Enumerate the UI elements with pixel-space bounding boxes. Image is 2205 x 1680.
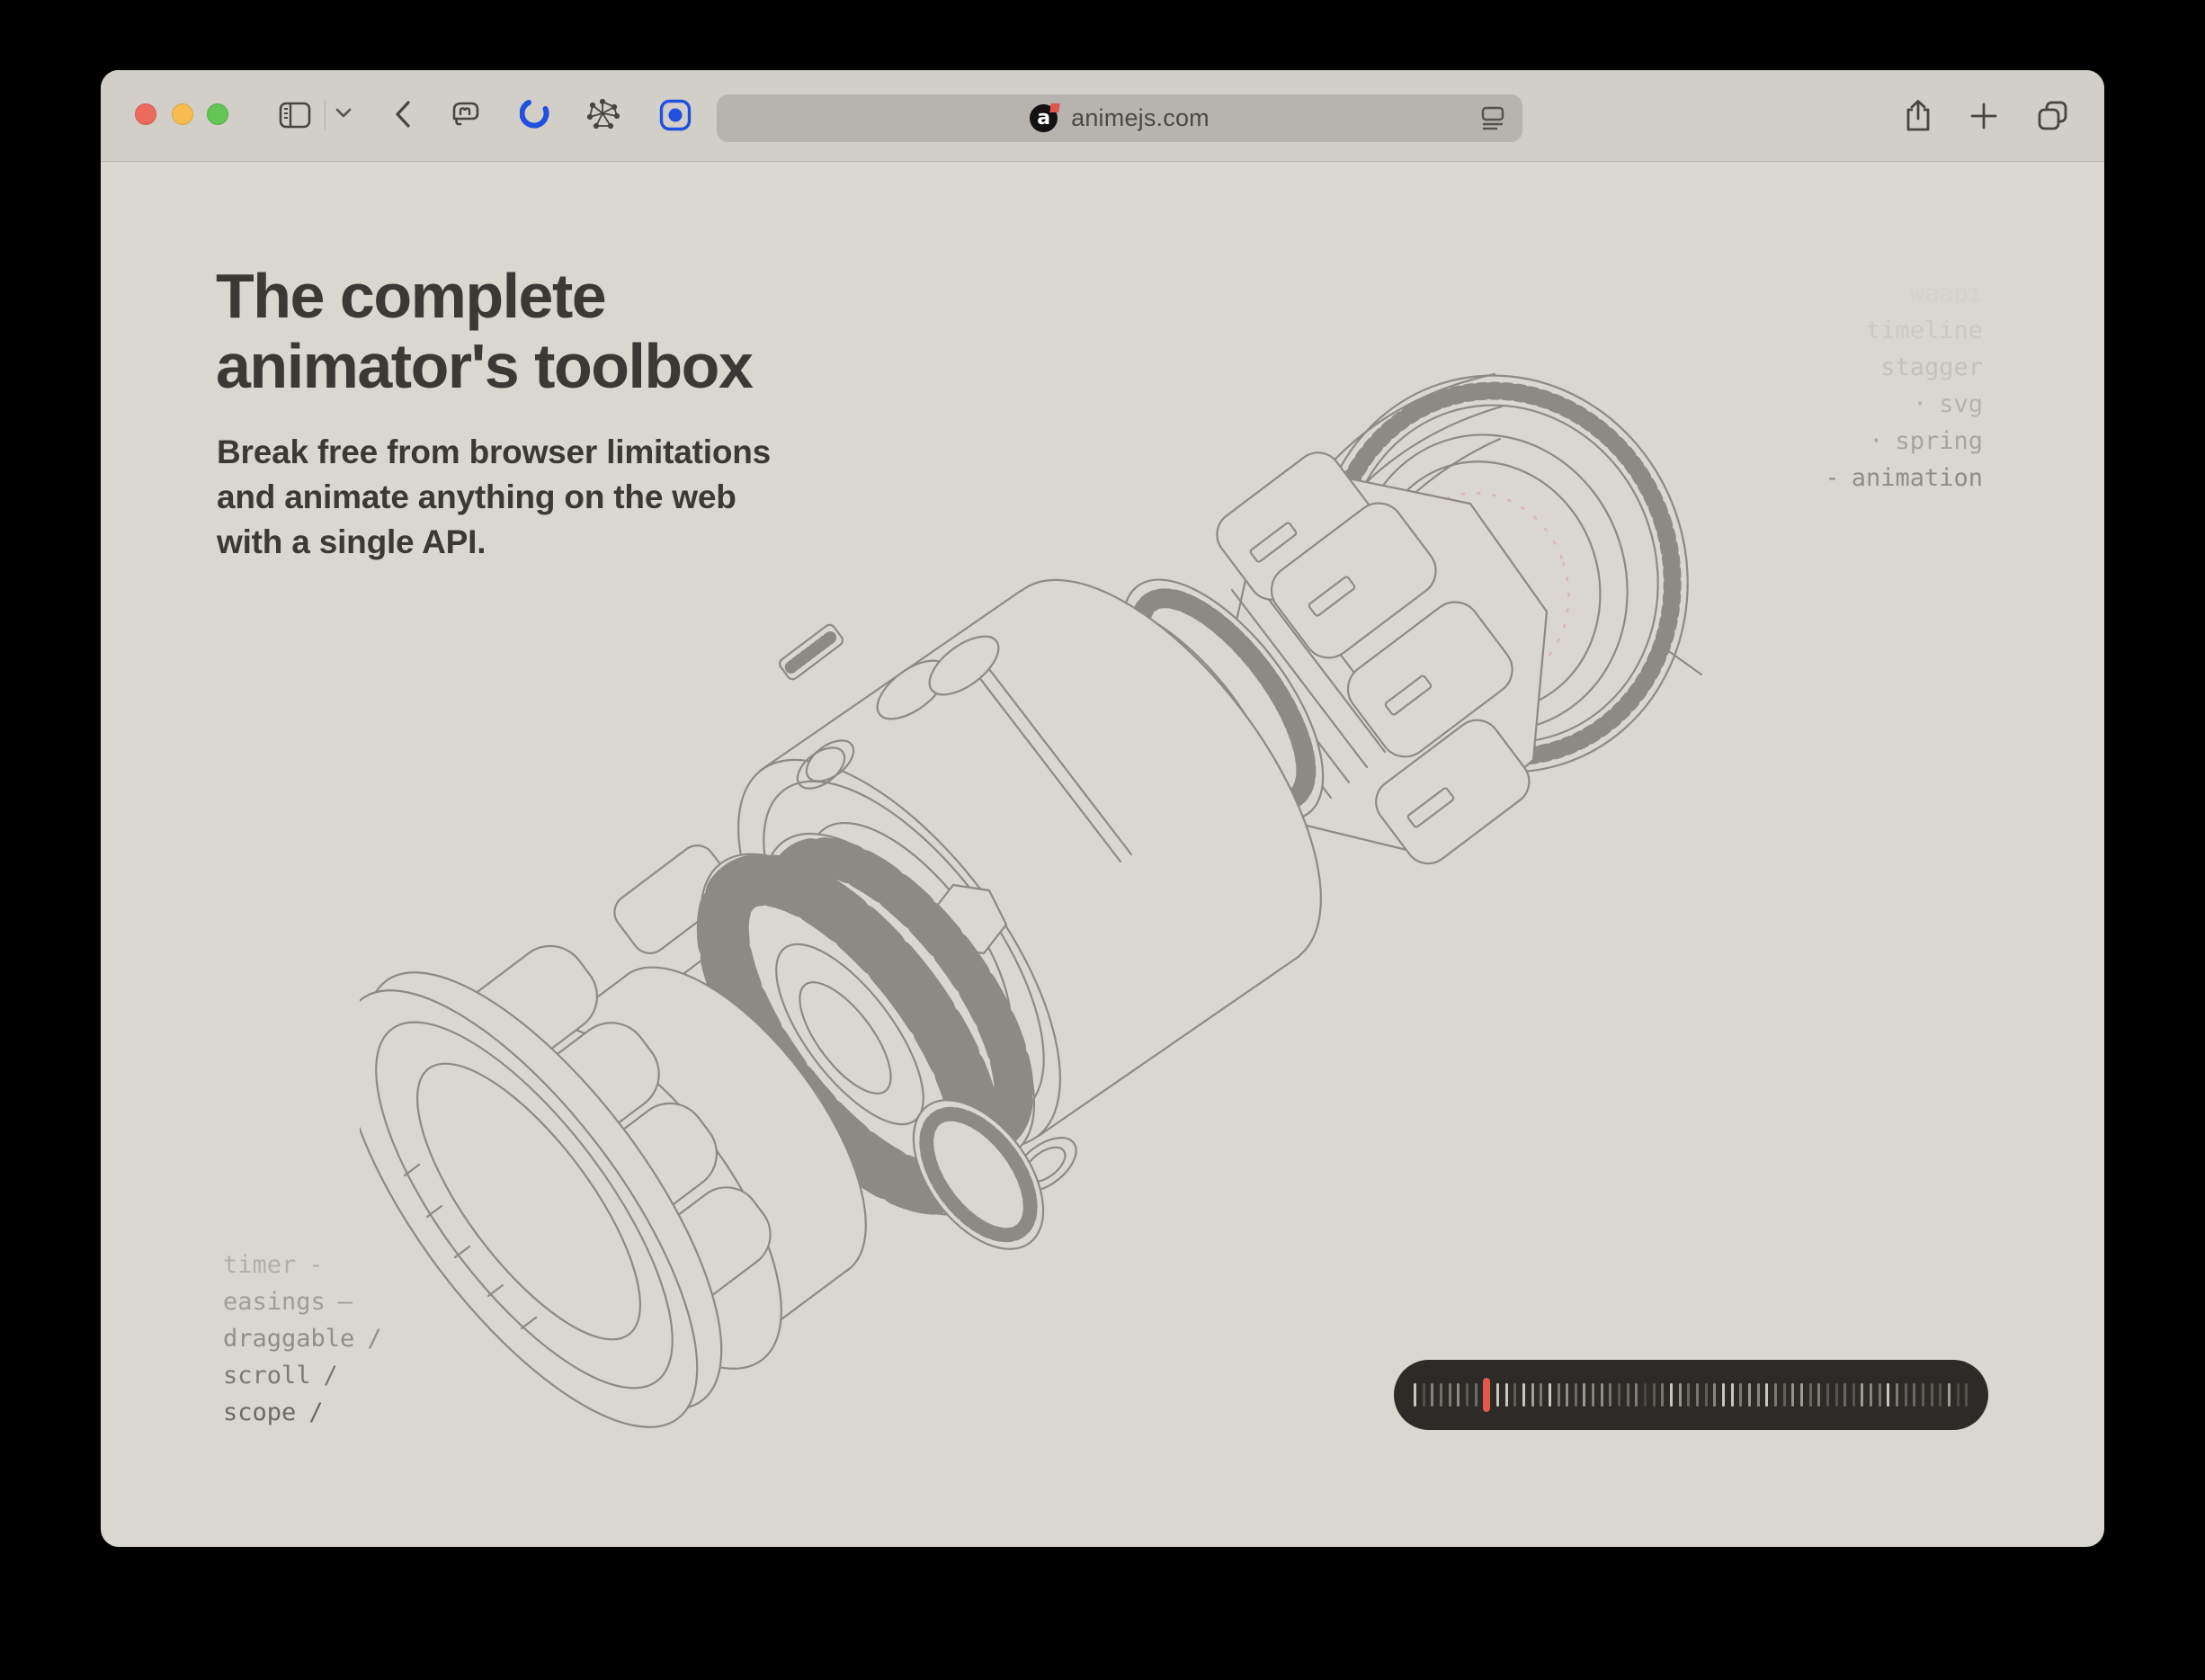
tick [1679, 1383, 1682, 1407]
tick [1739, 1383, 1742, 1407]
feature-label-animation: -animation [1825, 460, 1983, 496]
tick [1496, 1383, 1499, 1407]
tick [1922, 1383, 1924, 1407]
toolbar-divider [325, 101, 326, 130]
tick [1861, 1383, 1863, 1407]
tick [1513, 1383, 1516, 1407]
feature-label-waapi: waapi [1825, 275, 1983, 312]
chevron-down-icon[interactable] [335, 108, 352, 119]
minimize-button[interactable] [172, 103, 193, 125]
tick [1522, 1383, 1525, 1407]
browser-window: a animejs.com [101, 70, 2104, 1547]
tick [1965, 1383, 1968, 1407]
tick [1583, 1383, 1585, 1407]
tick [1466, 1383, 1469, 1407]
tick [1575, 1383, 1577, 1407]
progress-arc-icon[interactable] [520, 98, 550, 129]
feature-label-svg: ·svg [1825, 386, 1983, 423]
feature-label-scroll: scroll/ [223, 1357, 382, 1394]
tick [1592, 1383, 1594, 1407]
tick [1791, 1383, 1794, 1407]
tick [1879, 1383, 1881, 1407]
tick [1843, 1383, 1846, 1407]
tick [1440, 1383, 1442, 1407]
tick [1618, 1383, 1620, 1407]
zoom-button[interactable] [207, 103, 228, 125]
tick [1423, 1383, 1425, 1407]
tick [1449, 1383, 1451, 1407]
tick [1601, 1383, 1603, 1407]
tick [1549, 1383, 1551, 1407]
tick [1609, 1383, 1611, 1407]
tick [1627, 1383, 1629, 1407]
tick [1540, 1383, 1542, 1407]
tick [1566, 1383, 1568, 1407]
feature-label-stagger: stagger [1825, 349, 1983, 386]
record-dot-icon[interactable] [659, 99, 692, 131]
tick [1457, 1383, 1460, 1407]
tick [1670, 1383, 1673, 1407]
tick [1931, 1383, 1933, 1407]
tick [1731, 1383, 1734, 1407]
sidebar-icon[interactable] [279, 102, 311, 129]
tick [1887, 1383, 1889, 1407]
tick [1644, 1383, 1647, 1407]
tick [1505, 1383, 1508, 1407]
tick [1661, 1383, 1664, 1407]
tick [1414, 1383, 1416, 1407]
tick [1765, 1383, 1768, 1407]
share-icon[interactable] [1903, 99, 1933, 133]
tick [1783, 1383, 1786, 1407]
tick [1558, 1383, 1560, 1407]
tick [1531, 1383, 1534, 1407]
tick [1913, 1383, 1915, 1407]
tick [1757, 1383, 1760, 1407]
tick [1957, 1383, 1960, 1407]
feature-label-draggable: draggable/ [223, 1320, 382, 1357]
feature-label-easings: easings— [223, 1283, 382, 1320]
tick [1826, 1383, 1829, 1407]
tick [1696, 1383, 1699, 1407]
tick [1852, 1383, 1855, 1407]
tick [1939, 1383, 1942, 1407]
timeline-scrubber[interactable] [1394, 1360, 1988, 1430]
tick [1817, 1383, 1820, 1407]
tick [1774, 1383, 1777, 1407]
graph-icon[interactable] [587, 99, 620, 130]
tick [1635, 1383, 1638, 1407]
tick [1722, 1383, 1725, 1407]
url-text: animejs.com [1071, 104, 1210, 132]
url-bar[interactable]: a animejs.com [717, 94, 1522, 142]
feature-labels-left: timer-easings—draggable/scroll/scope/ [223, 1247, 382, 1431]
site-favicon-icon: a [1030, 104, 1058, 132]
new-tab-icon[interactable] [1969, 102, 1998, 130]
tick [1870, 1383, 1872, 1407]
mastodon-icon[interactable] [450, 100, 482, 130]
feature-label-timer: timer- [223, 1247, 382, 1283]
feature-labels-right: waapitimelinestagger·svg·spring-animatio… [1825, 275, 1983, 496]
tick [1896, 1383, 1898, 1407]
tick [1905, 1383, 1907, 1407]
close-button[interactable] [135, 103, 156, 125]
tick [1431, 1383, 1433, 1407]
reader-view-icon[interactable] [1478, 104, 1508, 138]
tick [1713, 1383, 1716, 1407]
feature-label-timeline: timeline [1825, 312, 1983, 349]
playhead-tick[interactable] [1483, 1378, 1490, 1412]
screen: { "colors":{ "window_bg":"#dad7d0","tool… [0, 0, 2205, 1680]
tick [1809, 1383, 1812, 1407]
tick [1800, 1383, 1803, 1407]
tick [1748, 1383, 1751, 1407]
back-icon[interactable] [394, 100, 412, 129]
browser-toolbar: a animejs.com [101, 70, 2104, 162]
feature-label-scope: scope/ [223, 1394, 382, 1431]
tick [1835, 1383, 1838, 1407]
tab-overview-icon[interactable] [2036, 99, 2070, 133]
tick [1475, 1383, 1477, 1407]
feature-label-spring: ·spring [1825, 423, 1983, 460]
tick [1687, 1383, 1690, 1407]
tick [1653, 1383, 1656, 1407]
tick [1948, 1383, 1951, 1407]
tick [1705, 1383, 1708, 1407]
